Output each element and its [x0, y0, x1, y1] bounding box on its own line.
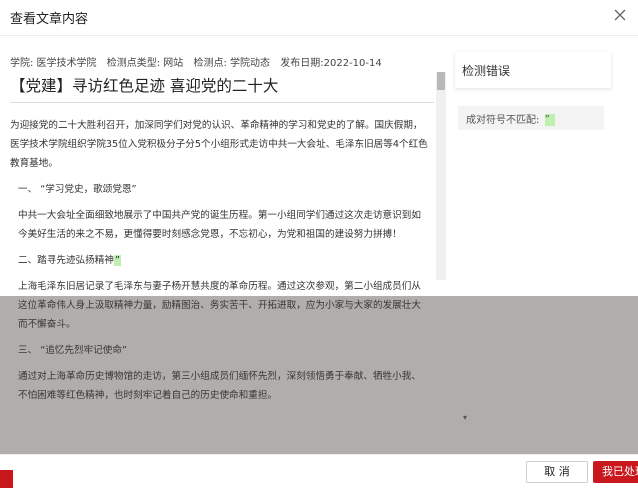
background-red-button-edge: [0, 470, 13, 488]
section-heading-1: 一、 “学习党史，歌颂党恩”: [18, 184, 137, 195]
error-panel: 检测错误: [455, 52, 611, 88]
title-divider: [10, 102, 434, 103]
paragraph-intro: 为迎接党的二十大胜利召开，加深同学们对党的认识、革命精神的学习和党史的了解。国庆…: [10, 120, 428, 169]
article-title: 【党建】寻访红色足迹 喜迎党的二十大: [10, 77, 279, 95]
mark-handled-button[interactable]: 我已处理: [593, 461, 638, 483]
cancel-button[interactable]: 取 消: [526, 461, 588, 483]
article-pane: 学院: 医学技术学院 检测点类型: 网站 检测点: 学院动态 发布日期:2022…: [0, 44, 446, 436]
meta-type: 检测点类型: 网站: [106, 58, 184, 69]
error-item-mark: ”: [544, 114, 555, 126]
error-item-text: 成对符号不匹配: ”: [466, 111, 555, 126]
close-icon[interactable]: [612, 7, 628, 23]
dialog-title: 查看文章内容: [10, 12, 89, 27]
section-heading-2: 二、踏寻先迹弘扬精神”: [10, 251, 430, 270]
error-highlight[interactable]: ”: [113, 255, 121, 266]
article-meta: 学院: 医学技术学院 检测点类型: 网站 检测点: 学院动态 发布日期:2022…: [10, 54, 389, 69]
error-item[interactable]: 成对符号不匹配: ”: [458, 106, 604, 130]
section-heading-3: 三、 “追忆先烈牢记使命”: [18, 345, 127, 356]
error-item-label: 成对符号不匹配:: [466, 115, 543, 126]
meta-school: 学院: 医学技术学院: [10, 58, 97, 69]
article-scrollbar-thumb[interactable]: [437, 72, 445, 90]
meta-date: 发布日期:2022-10-14: [280, 58, 382, 69]
article-content: 为迎接党的二十大胜利召开，加深同学们对党的认识、革命精神的学习和党史的了解。国庆…: [10, 116, 430, 412]
section-heading-2-text: 二、踏寻先迹弘扬精神: [18, 255, 114, 266]
meta-point: 检测点: 学院动态: [193, 58, 271, 69]
paragraph-section-3: 通过对上海革命历史博物馆的走访，第三小组成员们缅怀先烈，深刻领悟勇于奉献、牺牲小…: [18, 371, 421, 401]
error-panel-title: 检测错误: [462, 64, 511, 78]
scroll-down-icon[interactable]: ▾: [460, 413, 470, 423]
paragraph-section-1: 中共一大会址全面细致地展示了中国共产党的诞生历程。第一小组同学们通过这次走访意识…: [18, 210, 421, 240]
paragraph-section-2: 上海毛泽东旧居记录了毛泽东与妻子杨开慧共度的革命历程。通过这次参观，第二小组成员…: [18, 281, 421, 330]
dialog-header: 查看文章内容: [0, 0, 638, 36]
article-scrollbar-track[interactable]: [436, 72, 446, 280]
